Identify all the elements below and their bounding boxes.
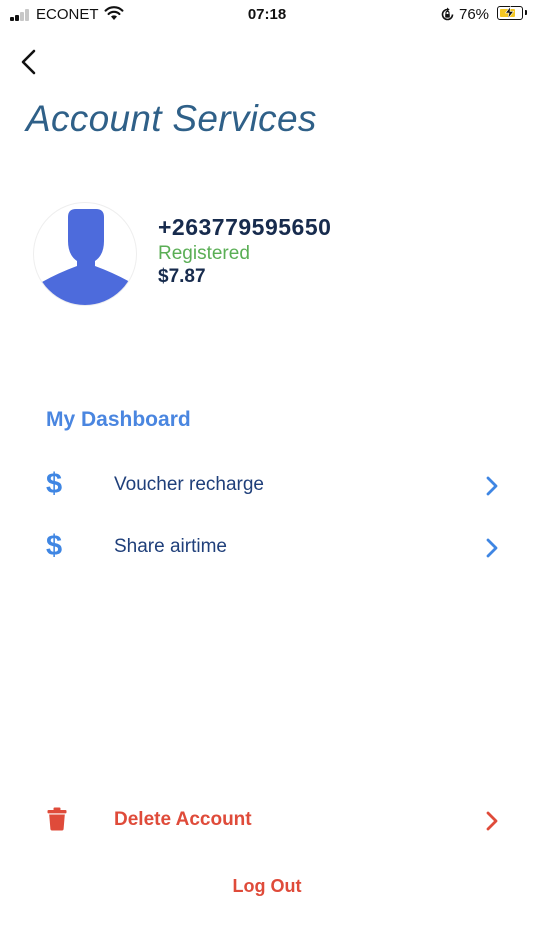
back-button[interactable] [18, 48, 42, 76]
battery-charging-icon [497, 6, 527, 20]
chevron-right-icon [486, 476, 498, 496]
delete-account-label: Delete Account [114, 809, 252, 830]
charging-bolt-icon [504, 6, 515, 19]
share-airtime-item[interactable]: $ Share airtime [0, 522, 534, 572]
logout-button[interactable]: Log Out [0, 876, 534, 897]
dashboard-title: My Dashboard [46, 408, 191, 431]
chevron-right-icon [486, 538, 498, 558]
delete-account-item[interactable]: Delete Account [0, 795, 534, 845]
battery-percentage: 76% [459, 6, 490, 23]
trash-icon [47, 807, 67, 831]
status-bar: ECONET 07:18 76% [0, 0, 534, 30]
phone-number: +263779595650 [158, 214, 332, 240]
registration-status: Registered [158, 243, 250, 264]
menu-item-label: Share airtime [114, 536, 227, 557]
orientation-lock-icon [441, 7, 454, 21]
chevron-left-icon [21, 49, 36, 75]
menu-item-label: Voucher recharge [114, 474, 264, 495]
person-silhouette-icon [42, 209, 130, 305]
dollar-icon: $ [46, 468, 63, 500]
chevron-right-icon [486, 811, 498, 831]
dollar-icon: $ [46, 530, 63, 562]
avatar[interactable] [33, 202, 137, 306]
page-title: Account Services [26, 98, 317, 139]
account-balance: $7.87 [158, 266, 206, 287]
voucher-recharge-item[interactable]: $ Voucher recharge [0, 460, 534, 510]
